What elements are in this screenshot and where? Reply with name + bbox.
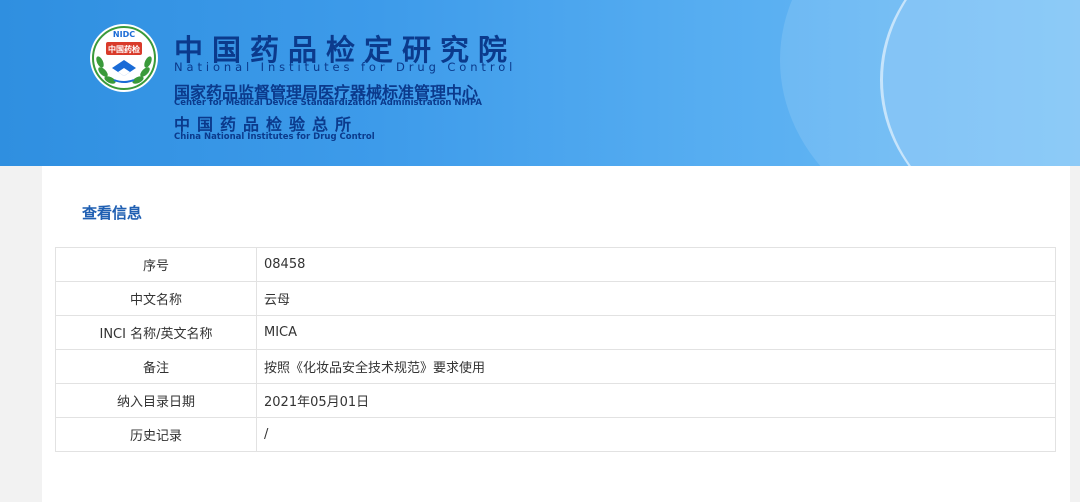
row-label: INCI 名称/英文名称 [55,315,257,350]
row-label: 历史记录 [55,417,257,452]
row-label: 纳入目录日期 [55,383,257,418]
row-value: MICA [256,315,1056,350]
row-value: 云母 [256,281,1056,316]
section-title: 查看信息 [82,204,143,222]
table-row: 备注 按照《化妆品安全技术规范》要求使用 [55,349,1056,384]
institute-title-en: National Institutes for Drug Control [174,60,517,74]
row-label: 序号 [55,247,257,282]
row-value: 按照《化妆品安全技术规范》要求使用 [256,349,1056,384]
table-row: 纳入目录日期 2021年05月01日 [55,383,1056,418]
row-label: 中文名称 [55,281,257,316]
row-value: 08458 [256,247,1056,282]
svg-text:NIDC: NIDC [113,30,135,39]
table-row: INCI 名称/英文名称 MICA [55,315,1056,350]
center-name-en: Center for Medical Device Standardizatio… [174,98,482,108]
info-table: 序号 08458 中文名称 云母 INCI 名称/英文名称 MICA 备注 按照… [55,247,1056,452]
row-value: 2021年05月01日 [256,383,1056,418]
header-banner: NIDC 中国药检 中国药品检定研究院 National Institutes … [0,0,1080,166]
svg-text:中国药检: 中国药检 [108,44,140,54]
institute-subtitle-en: China National Institutes for Drug Contr… [174,132,375,142]
table-row: 中文名称 云母 [55,281,1056,316]
nidc-logo-icon[interactable]: NIDC 中国药检 [88,22,160,94]
row-value: / [256,417,1056,452]
row-label: 备注 [55,349,257,384]
table-row: 序号 08458 [55,247,1056,282]
banner-decoration [880,0,1080,166]
table-row: 历史记录 / [55,417,1056,452]
